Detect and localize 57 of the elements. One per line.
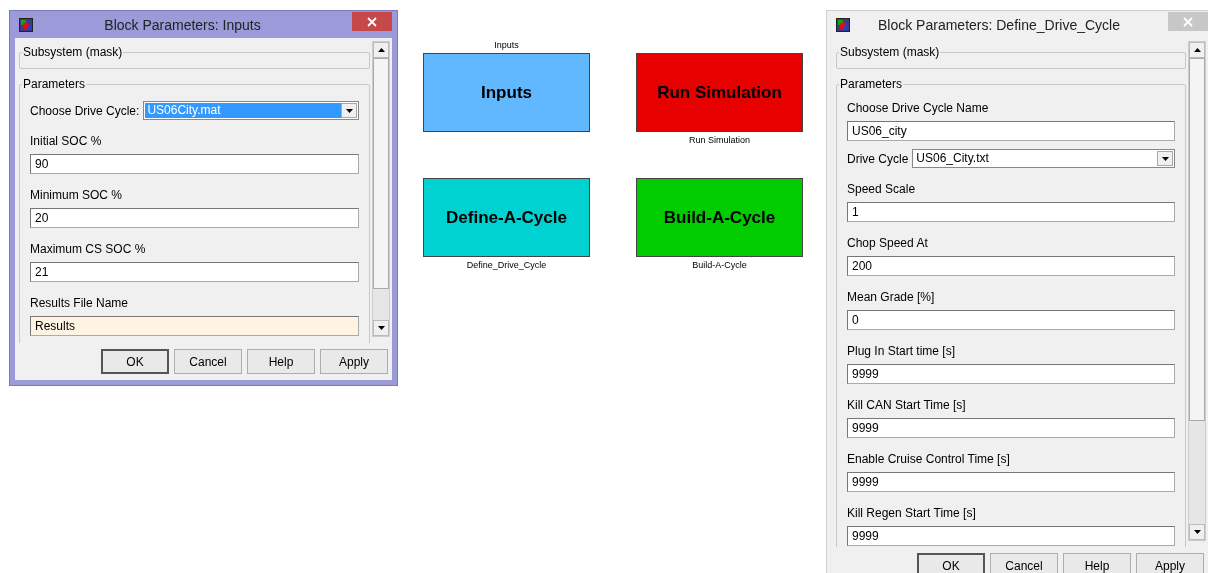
field-label: Kill CAN Start Time [s] <box>847 398 967 412</box>
input-field[interactable]: 9999 <box>847 418 1175 438</box>
input-field[interactable]: 1 <box>847 202 1175 222</box>
input-field[interactable]: 9999 <box>847 526 1175 546</box>
field-label: Maximum CS SOC % <box>30 242 147 256</box>
dialog-button[interactable]: Help <box>247 349 315 374</box>
block-caption: Build-A-Cycle <box>692 260 747 270</box>
group-title: Subsystem (mask) <box>839 45 941 59</box>
input-field[interactable]: 0 <box>847 310 1175 330</box>
block-caption: Run Simulation <box>689 135 750 145</box>
dialog-button[interactable]: Apply <box>320 349 388 374</box>
diagram-block[interactable]: Build-A-Cycle <box>636 178 803 257</box>
input-field[interactable]: 21 <box>30 262 359 282</box>
diagram-block[interactable]: Define-A-Cycle <box>423 178 590 257</box>
dropdown[interactable]: US06_City.txt <box>912 149 1175 168</box>
diagram-block[interactable]: Run Simulation <box>636 53 803 132</box>
input-field[interactable]: 9999 <box>847 472 1175 492</box>
input-field[interactable]: 200 <box>847 256 1175 276</box>
field-label: Initial SOC % <box>30 134 103 148</box>
field-label: Minimum SOC % <box>30 188 123 202</box>
group-title: Parameters <box>839 77 904 91</box>
field-label: Enable Cruise Control Time [s] <box>847 452 1011 466</box>
dialog-button[interactable]: Cancel <box>174 349 242 374</box>
window-title: Block Parameters: Inputs <box>103 16 262 33</box>
input-field[interactable]: 90 <box>30 154 359 174</box>
field-label: Choose Drive Cycle Name <box>847 101 990 115</box>
app-icon <box>19 17 33 32</box>
block-caption: Define_Drive_Cycle <box>466 260 547 270</box>
block-caption: Inputs <box>494 40 519 50</box>
diagram-block[interactable]: Inputs <box>423 53 590 132</box>
scroll-down-icon <box>377 326 385 330</box>
field-label: Drive Cycle <box>847 151 909 166</box>
app-icon <box>836 17 850 32</box>
scrollbar[interactable] <box>372 41 390 337</box>
field-label: Mean Grade [%] <box>847 290 936 304</box>
input-field[interactable]: 20 <box>30 208 359 228</box>
input-field[interactable]: 9999 <box>847 364 1175 384</box>
dialog-button[interactable]: OK <box>101 349 169 374</box>
field-label: Kill Regen Start Time [s] <box>847 506 977 520</box>
scroll-up-icon <box>377 48 385 52</box>
input-field[interactable]: US06_city <box>847 121 1175 141</box>
input-field[interactable]: Results <box>30 316 359 336</box>
close-icon <box>367 16 377 27</box>
close-icon <box>1183 16 1193 27</box>
scroll-up-icon <box>1193 48 1201 52</box>
field-label: Plug In Start time [s] <box>847 344 957 358</box>
close-button[interactable] <box>352 12 392 31</box>
field-label: Choose Drive Cycle: <box>30 103 140 118</box>
group-title: Subsystem (mask) <box>22 45 124 59</box>
field-label: Speed Scale <box>847 182 917 196</box>
group-title: Parameters <box>22 77 87 91</box>
caret-icon <box>1161 156 1169 161</box>
window-title: Block Parameters: Define_Drive_Cycle <box>877 16 1121 33</box>
caret-icon <box>345 108 353 113</box>
field-label: Chop Speed At <box>847 236 929 250</box>
scroll-down-icon <box>1193 530 1201 534</box>
field-label: Results File Name <box>30 296 130 310</box>
